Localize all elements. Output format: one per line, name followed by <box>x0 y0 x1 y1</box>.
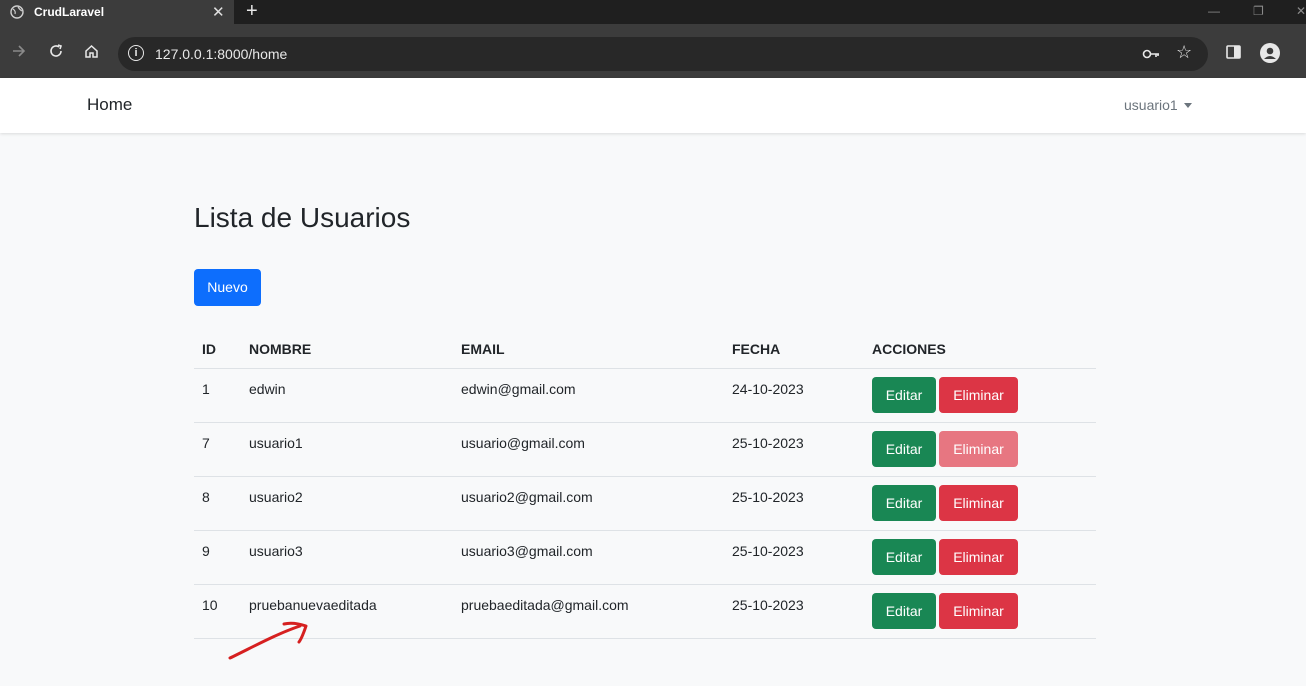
users-table: ID NOMBRE EMAIL FECHA ACCIONES 1 edwin edw… <box>194 330 1096 639</box>
delete-button[interactable]: Eliminar <box>939 539 1018 575</box>
cell-id: 8 <box>194 476 241 531</box>
globe-icon <box>10 5 24 19</box>
menu-icon[interactable]: ⋮ <box>1298 38 1306 59</box>
site-info-icon[interactable]: i <box>128 45 144 61</box>
browser-toolbar: i 127.0.0.1:8000/home ☆ ⋮ <box>0 24 1306 78</box>
browser-tab[interactable]: CrudLaravel ✕ <box>0 0 234 24</box>
cell-email: usuario2@gmail.com <box>453 476 724 531</box>
profile-icon[interactable] <box>1259 42 1281 64</box>
key-icon[interactable] <box>1142 47 1160 61</box>
cell-date: 25-10-2023 <box>724 422 864 477</box>
address-bar[interactable]: i 127.0.0.1:8000/home ☆ <box>118 37 1208 71</box>
cell-name: usuario1 <box>241 422 453 477</box>
table-row: 7 usuario1 usuario@gmail.com 25-10-2023 Edit… <box>194 422 1096 477</box>
reload-icon[interactable] <box>49 44 63 58</box>
cell-name: usuario3 <box>241 530 453 585</box>
cell-name: usuario2 <box>241 476 453 531</box>
cell-email: pruebaeditada@gmail.com <box>453 584 724 639</box>
column-header-date: FECHA <box>724 330 864 369</box>
forward-icon[interactable] <box>12 44 26 58</box>
delete-button[interactable]: Eliminar <box>939 485 1018 521</box>
table-header-row: ID NOMBRE EMAIL FECHA ACCIONES <box>194 330 1096 369</box>
delete-button[interactable]: Eliminar <box>939 377 1018 413</box>
annotation-arrow <box>228 621 308 660</box>
edit-button[interactable]: Editar <box>872 539 936 575</box>
window-close-icon[interactable]: ✕ <box>1296 4 1306 18</box>
user-name: usuario1 <box>1124 97 1178 113</box>
edit-button[interactable]: Editar <box>872 377 936 413</box>
address-url[interactable]: 127.0.0.1:8000/home <box>155 46 287 62</box>
cell-date: 24-10-2023 <box>724 368 864 423</box>
edit-button[interactable]: Editar <box>872 485 936 521</box>
new-user-button[interactable]: Nuevo <box>194 269 261 306</box>
table-row: 8 usuario2 usuario2@gmail.com 25-10-2023 Edi… <box>194 476 1096 531</box>
browser-tab-bar: CrudLaravel ✕ + — ❐ ✕ <box>0 0 1306 24</box>
restore-icon[interactable]: ❐ <box>1253 4 1264 18</box>
user-dropdown[interactable]: usuario1 <box>1124 97 1192 113</box>
cell-email: usuario3@gmail.com <box>453 530 724 585</box>
navbar: Home usuario1 <box>0 78 1306 133</box>
cell-id: 9 <box>194 530 241 585</box>
cell-date: 25-10-2023 <box>724 530 864 585</box>
cell-id: 7 <box>194 422 241 477</box>
cell-actions: Editar Eliminar <box>864 422 1096 477</box>
cell-date: 25-10-2023 <box>724 476 864 531</box>
cell-actions: Editar Eliminar <box>864 368 1096 423</box>
caret-down-icon <box>1183 103 1192 108</box>
cell-actions: Editar Eliminar <box>864 476 1096 531</box>
delete-button: Eliminar <box>939 431 1018 467</box>
cell-actions: Editar Eliminar <box>864 530 1096 585</box>
edit-button[interactable]: Editar <box>872 431 936 467</box>
new-tab-icon[interactable]: + <box>246 0 258 23</box>
column-header-id: ID <box>194 330 241 369</box>
table-row: 1 edwin edwin@gmail.com 24-10-2023 Editar Eli… <box>194 368 1096 423</box>
column-header-name: NOMBRE <box>241 330 453 369</box>
cell-actions: Editar Eliminar <box>864 584 1096 639</box>
cell-email: edwin@gmail.com <box>453 368 724 423</box>
page-title: Lista de Usuarios <box>194 202 411 233</box>
bookmark-star-icon[interactable]: ☆ <box>1176 42 1192 63</box>
minimize-icon[interactable]: — <box>1208 4 1220 18</box>
cell-email: usuario@gmail.com <box>453 422 724 477</box>
column-header-email: EMAIL <box>453 330 724 369</box>
side-panel-icon[interactable] <box>1226 45 1241 59</box>
tab-title: CrudLaravel <box>34 5 105 19</box>
column-header-actions: ACCIONES <box>864 330 1096 369</box>
delete-button[interactable]: Eliminar <box>939 593 1018 629</box>
edit-button[interactable]: Editar <box>872 593 936 629</box>
cell-id: 1 <box>194 368 241 423</box>
cell-name: edwin <box>241 368 453 423</box>
navbar-brand[interactable]: Home <box>87 95 132 115</box>
table-row: 10 pruebanuevaeditada pruebaeditada@gmail.… <box>194 584 1096 639</box>
table-row: 9 usuario3 usuario3@gmail.com 25-10-2023 Edi… <box>194 530 1096 585</box>
cell-date: 25-10-2023 <box>724 584 864 639</box>
tab-close-icon[interactable]: ✕ <box>212 3 225 21</box>
home-icon[interactable] <box>84 44 99 59</box>
